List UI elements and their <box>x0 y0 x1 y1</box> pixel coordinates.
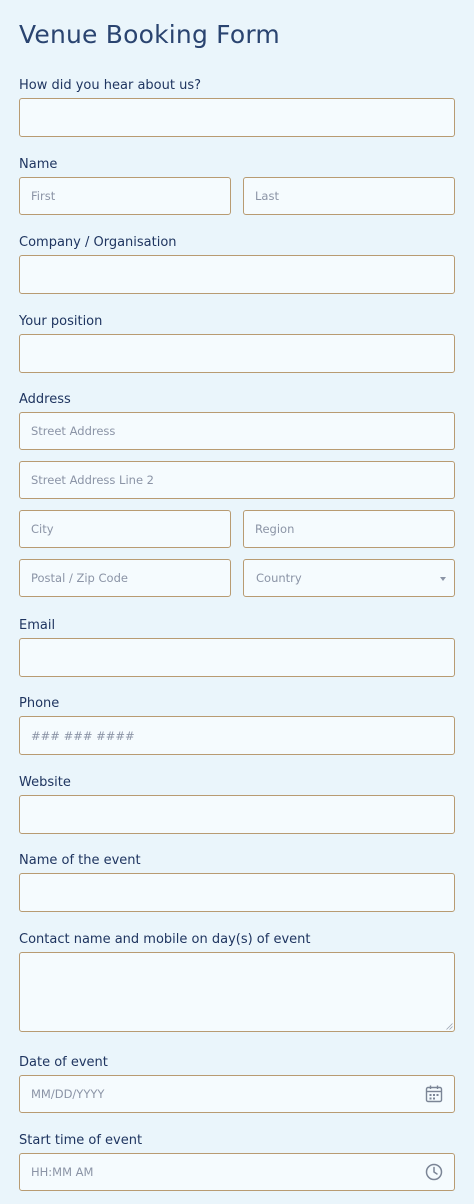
website-input[interactable] <box>19 795 455 834</box>
event-date-label: Date of event <box>19 1055 108 1070</box>
hear-about-label: How did you hear about us? <box>19 78 201 93</box>
event-name-label: Name of the event <box>19 853 141 868</box>
start-time-label: Start time of event <box>19 1133 143 1148</box>
event-name-input[interactable] <box>19 873 455 912</box>
contact-textarea-wrap <box>19 952 455 1032</box>
calendar-icon[interactable] <box>424 1084 444 1104</box>
position-input[interactable] <box>19 334 455 373</box>
position-label: Your position <box>19 314 103 329</box>
email-input[interactable] <box>19 638 455 677</box>
street-address-input[interactable] <box>19 412 455 450</box>
country-select-value: Country <box>256 571 302 585</box>
company-label: Company / Organisation <box>19 235 177 250</box>
country-select[interactable]: Country <box>243 559 455 597</box>
phone-input[interactable] <box>19 716 455 755</box>
chevron-down-icon <box>440 577 446 581</box>
last-name-input[interactable] <box>243 177 455 215</box>
company-input[interactable] <box>19 255 455 294</box>
city-input[interactable] <box>19 510 231 548</box>
region-input[interactable] <box>243 510 455 548</box>
postal-code-input[interactable] <box>19 559 231 597</box>
hear-about-input[interactable] <box>19 98 455 137</box>
clock-icon[interactable] <box>424 1162 444 1182</box>
start-time-input[interactable] <box>19 1153 455 1191</box>
venue-booking-form: Venue Booking Form How did you hear abou… <box>0 0 474 1204</box>
email-label: Email <box>19 618 56 633</box>
resize-handle-icon[interactable] <box>446 1023 453 1030</box>
contact-label: Contact name and mobile on day(s) of eve… <box>19 932 311 947</box>
address-label: Address <box>19 392 71 407</box>
phone-label: Phone <box>19 696 60 711</box>
form-title: Venue Booking Form <box>19 20 280 49</box>
first-name-input[interactable] <box>19 177 231 215</box>
event-date-input[interactable] <box>19 1075 455 1113</box>
contact-textarea[interactable] <box>19 952 455 1032</box>
name-label: Name <box>19 157 58 172</box>
website-label: Website <box>19 775 71 790</box>
street-address-line2-input[interactable] <box>19 461 455 499</box>
